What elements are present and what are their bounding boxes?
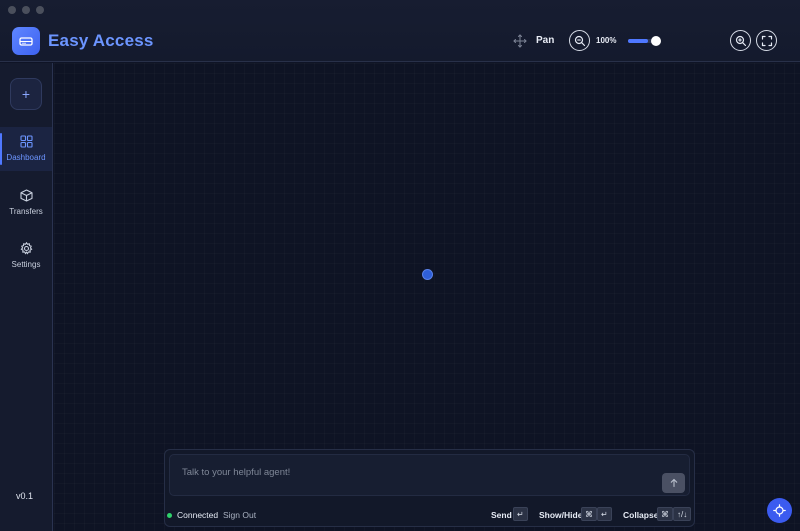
zoom-out-button[interactable] <box>569 30 590 51</box>
zoom-level-readout: 100% <box>596 36 617 45</box>
app-window: Easy Access Pan 100% + Dashboard Transfe… <box>0 0 800 531</box>
sidebar-item-dashboard[interactable]: Dashboard <box>0 127 52 171</box>
gear-icon <box>20 242 32 255</box>
collapse-key: ↑/↓ <box>673 507 692 521</box>
sidebar-item-settings[interactable]: Settings <box>0 234 52 278</box>
zoom-out-icon <box>574 35 585 46</box>
showhide-hint-label: Show/Hide <box>539 510 583 520</box>
zoom-in-button[interactable] <box>730 30 751 51</box>
minimize-window-button[interactable] <box>22 6 30 14</box>
grid-icon <box>19 135 33 148</box>
crosshair-icon <box>773 504 786 517</box>
header-bar: Easy Access Pan 100% <box>0 0 800 62</box>
zoom-slider-fill <box>628 39 648 43</box>
zoom-in-icon <box>735 35 746 46</box>
locate-button[interactable] <box>767 498 792 523</box>
sidebar-item-label: Settings <box>11 260 41 269</box>
drive-icon <box>19 37 33 46</box>
sidebar-item-label: Dashboard <box>6 153 46 162</box>
chat-status-row: Connected Sign Out Send ↵ Show/Hide ⌘ ↵ … <box>165 507 694 523</box>
sign-out-link[interactable]: Sign Out <box>223 510 256 520</box>
send-hint-label: Send <box>491 510 512 520</box>
showhide-key: ↵ <box>597 507 612 521</box>
plus-icon: + <box>21 86 31 102</box>
add-button[interactable]: + <box>10 78 42 110</box>
maximize-window-button[interactable] <box>36 6 44 14</box>
sidebar-item-label: Transfers <box>9 207 43 216</box>
connection-status: Connected <box>177 510 219 520</box>
connection-status-dot <box>167 513 172 518</box>
chat-panel: Connected Sign Out Send ↵ Show/Hide ⌘ ↵ … <box>164 449 695 527</box>
sidebar: + Dashboard Transfers Settings v0.1 <box>0 63 53 531</box>
chat-input[interactable] <box>169 454 690 496</box>
close-window-button[interactable] <box>8 6 16 14</box>
window-controls <box>8 6 44 14</box>
fullscreen-icon <box>761 35 772 46</box>
box-icon <box>19 189 33 202</box>
app-logo <box>12 27 40 55</box>
pan-move-icon[interactable] <box>513 34 527 48</box>
showhide-mod-key: ⌘ <box>581 507 597 521</box>
send-message-button[interactable] <box>662 473 685 493</box>
fit-view-button[interactable] <box>756 30 777 51</box>
tool-mode-label[interactable]: Pan <box>536 35 554 46</box>
arrow-up-icon <box>670 478 677 488</box>
collapse-hint-label: Collapse <box>623 510 659 520</box>
zoom-slider-thumb[interactable] <box>650 36 661 46</box>
app-title: Easy Access <box>48 31 154 50</box>
sidebar-item-transfers[interactable]: Transfers <box>0 181 52 225</box>
send-key: ↵ <box>513 507 528 521</box>
collapse-mod-key: ⌘ <box>657 507 673 521</box>
canvas-node[interactable] <box>422 269 433 280</box>
version-label: v0.1 <box>16 491 34 501</box>
